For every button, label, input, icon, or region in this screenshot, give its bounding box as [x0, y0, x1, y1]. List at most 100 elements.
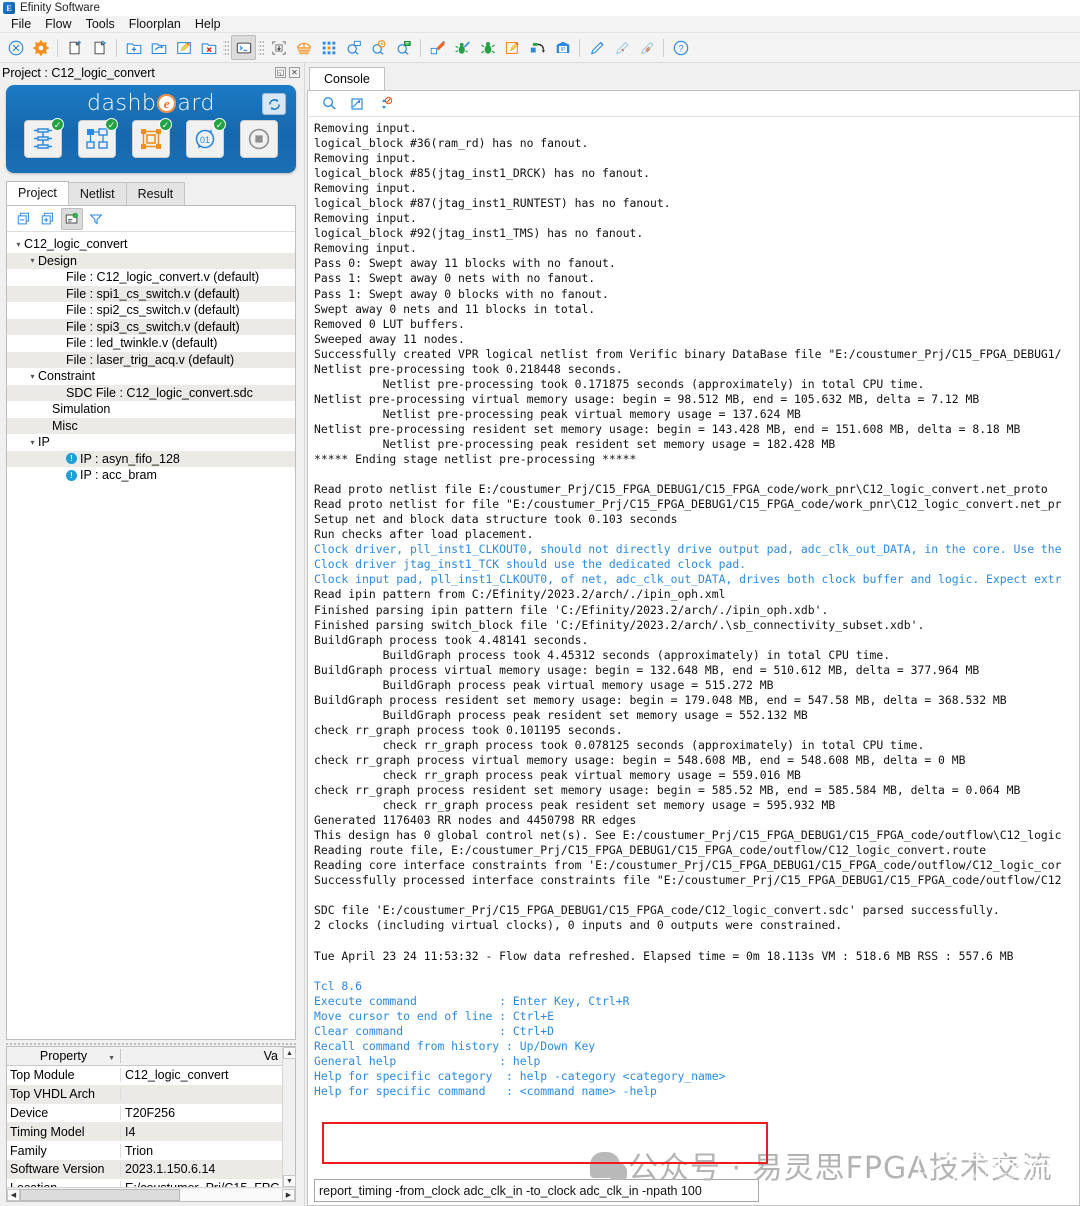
tree-node[interactable]: File : spi1_cs_switch.v (default) — [7, 286, 295, 303]
pen-tool-icon[interactable] — [584, 35, 609, 60]
toolbar-separator — [420, 39, 421, 57]
disable-autoscroll-icon[interactable] — [374, 93, 396, 115]
flow-route-button[interactable]: ✓ — [132, 120, 170, 158]
property-row[interactable]: DeviceT20F256 — [7, 1104, 282, 1123]
menu-item-help[interactable]: Help — [188, 16, 228, 32]
float-panel-button[interactable]: ◱ — [275, 67, 286, 78]
tree-node[interactable]: File : laser_trig_acq.v (default) — [7, 352, 295, 369]
property-row[interactable]: Software Version2023.1.150.6.14 — [7, 1160, 282, 1179]
console-line: Recall command from history : Up/Down Ke… — [314, 1039, 1079, 1054]
scroll-right-icon[interactable]: ▶ — [282, 1189, 295, 1201]
show-info-icon[interactable]: i — [61, 208, 83, 230]
refresh-icon[interactable] — [262, 93, 286, 115]
console-line: logical_block #85(jtag_inst1_DRCK) has n… — [314, 166, 1079, 181]
search-icon[interactable] — [318, 93, 340, 115]
flow-placement-button[interactable]: ✓ — [78, 120, 116, 158]
tree-node[interactable]: !IP : acc_bram — [7, 467, 295, 484]
property-row[interactable]: Top ModuleC12_logic_convert — [7, 1066, 282, 1085]
console-output[interactable]: Removing input.logical_block #36(ram_rd)… — [308, 117, 1079, 1175]
tree-node[interactable]: File : spi3_cs_switch.v (default) — [7, 319, 295, 336]
property-row[interactable]: FamilyTrion — [7, 1141, 282, 1160]
flow-done-check-icon: ✓ — [213, 118, 226, 131]
scroll-up-icon[interactable]: ▲ — [283, 1047, 296, 1059]
project-settings-gear-icon[interactable] — [28, 35, 53, 60]
tree-twisty-icon[interactable]: ▾ — [27, 256, 38, 265]
menu-item-file[interactable]: File — [4, 16, 38, 32]
svf-editor-icon[interactable] — [500, 35, 525, 60]
property-vertical-scrollbar[interactable]: ▲ ▼ — [282, 1047, 295, 1187]
debugger-icon[interactable] — [450, 35, 475, 60]
value-column-header[interactable]: Va — [121, 1049, 282, 1063]
netlist-viewer-icon[interactable] — [341, 35, 366, 60]
property-column-header[interactable]: Property ▼ — [7, 1049, 121, 1063]
property-horizontal-scrollbar[interactable]: ◀ ▶ — [7, 1187, 295, 1201]
console-command-input[interactable] — [314, 1179, 759, 1202]
scroll-left-icon[interactable]: ◀ — [7, 1189, 20, 1201]
collapse-all-icon[interactable] — [13, 208, 35, 230]
tree-node[interactable]: ▾Constraint — [7, 368, 295, 385]
pen-edit-icon[interactable] — [609, 35, 634, 60]
hscroll-thumb[interactable] — [20, 1189, 180, 1201]
flow-stop-button[interactable] — [240, 120, 278, 158]
jtag-connect-icon[interactable] — [525, 35, 550, 60]
property-row[interactable]: Top VHDL Arch — [7, 1085, 282, 1104]
programmer-icon[interactable] — [425, 35, 450, 60]
remove-file-icon[interactable] — [196, 35, 221, 60]
tree-twisty-icon[interactable]: ▾ — [27, 438, 38, 447]
import-file-icon[interactable] — [146, 35, 171, 60]
help-icon[interactable]: ? — [668, 35, 693, 60]
expand-all-icon[interactable] — [37, 208, 59, 230]
add-design-file-icon[interactable] — [121, 35, 146, 60]
scroll-down-icon[interactable]: ▼ — [283, 1175, 296, 1187]
tree-node-label: Simulation — [52, 402, 110, 416]
block-editor-icon[interactable] — [316, 35, 341, 60]
tree-node[interactable]: File : spi2_cs_switch.v (default) — [7, 302, 295, 319]
tree-node[interactable]: Simulation — [7, 401, 295, 418]
menu-item-tools[interactable]: Tools — [79, 16, 122, 32]
tree-node[interactable]: ▾IP — [7, 434, 295, 451]
hscroll-track[interactable] — [20, 1189, 282, 1201]
project-tree[interactable]: ▾C12_logic_convert▾DesignFile : C12_logi… — [7, 232, 295, 1039]
console-line: Reading core interface constraints from … — [314, 858, 1079, 873]
clear-console-icon[interactable] — [346, 93, 368, 115]
pen-delete-icon[interactable] — [634, 35, 659, 60]
flow-bitstream-button[interactable]: 01✓ — [186, 120, 224, 158]
tree-node[interactable]: !IP : asyn_fifo_128 — [7, 451, 295, 468]
property-row[interactable]: Timing ModelI4 — [7, 1122, 282, 1141]
svg-text:?: ? — [678, 43, 683, 53]
tree-node[interactable]: ▾Design — [7, 253, 295, 270]
edit-file-icon[interactable] — [171, 35, 196, 60]
tab-console[interactable]: Console — [309, 67, 385, 90]
close-panel-button[interactable]: ✕ — [289, 67, 300, 78]
flow-synthesis-button[interactable]: ✓ — [24, 120, 62, 158]
timing-browser-icon[interactable] — [366, 35, 391, 60]
ip-catalog-icon[interactable]: IP — [550, 35, 575, 60]
menu-item-floorplan[interactable]: Floorplan — [122, 16, 188, 32]
tree-node[interactable]: SDC File : C12_logic_convert.sdc — [7, 385, 295, 402]
new-file-icon[interactable] — [62, 35, 87, 60]
floorplan-editor-icon[interactable] — [291, 35, 316, 60]
property-value: E:/coustumer_Prj/C15_FPG — [121, 1181, 282, 1187]
menu-item-flow[interactable]: Flow — [38, 16, 78, 32]
property-row[interactable]: LocationE:/coustumer_Prj/C15_FPG — [7, 1179, 282, 1187]
close-project-icon[interactable] — [3, 35, 28, 60]
console-line — [314, 934, 1079, 949]
console-line: Pass 0: Swept away 11 blocks with no fan… — [314, 256, 1079, 271]
tree-node[interactable]: Misc — [7, 418, 295, 435]
tree-node-label: File : laser_trig_acq.v (default) — [66, 353, 234, 367]
tree-twisty-icon[interactable]: ▾ — [27, 372, 38, 381]
report-viewer-icon[interactable] — [391, 35, 416, 60]
tree-node[interactable]: File : C12_logic_convert.v (default) — [7, 269, 295, 286]
interface-designer-icon[interactable] — [266, 35, 291, 60]
filter-funnel-icon[interactable] — [85, 208, 107, 230]
tab-project[interactable]: Project — [6, 181, 69, 205]
tree-twisty-icon[interactable]: ▾ — [13, 240, 24, 249]
tab-result[interactable]: Result — [126, 182, 185, 205]
open-file-icon[interactable] — [87, 35, 112, 60]
console-icon[interactable] — [231, 35, 256, 60]
debug-profile-icon[interactable] — [475, 35, 500, 60]
tree-node[interactable]: File : led_twinkle.v (default) — [7, 335, 295, 352]
tree-node-label: IP — [38, 435, 50, 449]
tab-netlist[interactable]: Netlist — [68, 182, 127, 205]
tree-node[interactable]: ▾C12_logic_convert — [7, 236, 295, 253]
